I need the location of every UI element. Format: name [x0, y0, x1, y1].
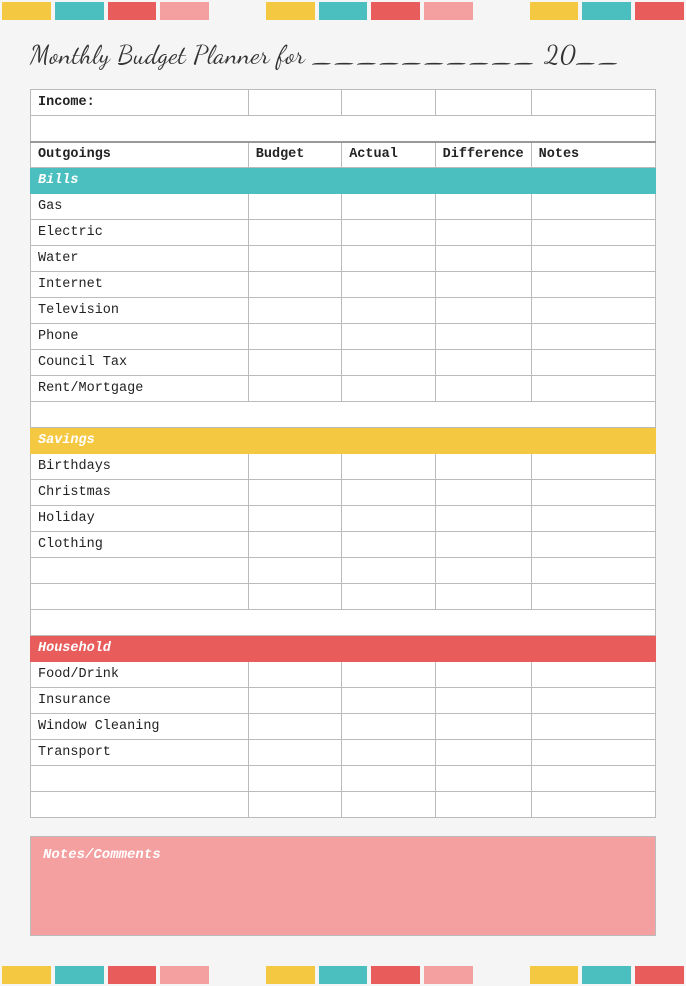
bills-television: Television [31, 298, 249, 324]
bottom-bar-seg-7 [319, 966, 368, 984]
bottom-bar [0, 964, 686, 986]
header-outgoings: Outgoings [31, 142, 249, 168]
top-bar-seg-13 [635, 2, 684, 20]
table-row: Electric [31, 220, 656, 246]
household-empty-2 [31, 792, 656, 818]
bills-gas: Gas [31, 194, 249, 220]
top-bar-seg-3 [108, 2, 157, 20]
top-bar [0, 0, 686, 22]
top-bar-seg-8 [371, 2, 420, 20]
top-bar-seg-11 [530, 2, 579, 20]
top-bar-seg-9 [424, 2, 473, 20]
header-notes: Notes [531, 142, 655, 168]
top-bar-seg-5 [213, 2, 262, 20]
table-row: Window Cleaning [31, 714, 656, 740]
savings-label: Savings [31, 428, 656, 454]
table-row: Food/Drink [31, 662, 656, 688]
income-label: Income: [31, 90, 249, 116]
savings-clothing: Clothing [31, 532, 249, 558]
table-row: Transport [31, 740, 656, 766]
bills-water: Water [31, 246, 249, 272]
table-row: Gas [31, 194, 656, 220]
bills-council-tax: Council Tax [31, 350, 249, 376]
bottom-bar-seg-2 [55, 966, 104, 984]
bills-phone: Phone [31, 324, 249, 350]
savings-empty-1 [31, 558, 656, 584]
header-diff: Difference [435, 142, 531, 168]
table-row: Christmas [31, 480, 656, 506]
table-row: Water [31, 246, 656, 272]
table-row: Insurance [31, 688, 656, 714]
spacer-row-1 [31, 116, 656, 142]
table-row: Clothing [31, 532, 656, 558]
bills-rent-mortgage: Rent/Mortgage [31, 376, 249, 402]
bottom-bar-seg-1 [2, 966, 51, 984]
page: Monthly Budget Planner for __________ 20… [0, 0, 686, 986]
page-title: Monthly Budget Planner for __________ 20… [30, 40, 656, 71]
table-row: Council Tax [31, 350, 656, 376]
notes-section: Notes/Comments [30, 836, 656, 936]
top-bar-seg-10 [477, 2, 526, 20]
income-diff [435, 90, 531, 116]
bottom-bar-seg-5 [213, 966, 262, 984]
top-bar-seg-1 [2, 2, 51, 20]
table-row: Internet [31, 272, 656, 298]
budget-table: Income: Outgoings Budget Actual Differen… [30, 89, 656, 818]
bills-internet: Internet [31, 272, 249, 298]
top-bar-seg-7 [319, 2, 368, 20]
header-budget: Budget [248, 142, 341, 168]
bottom-bar-seg-13 [635, 966, 684, 984]
household-window-cleaning: Window Cleaning [31, 714, 249, 740]
table-row: Phone [31, 324, 656, 350]
table-row: Rent/Mortgage [31, 376, 656, 402]
savings-holiday: Holiday [31, 506, 249, 532]
table-row: Holiday [31, 506, 656, 532]
section-household: Household [31, 636, 656, 662]
main-content: Monthly Budget Planner for __________ 20… [0, 22, 686, 986]
income-actual [342, 90, 435, 116]
household-insurance: Insurance [31, 688, 249, 714]
income-budget [248, 90, 341, 116]
top-bar-seg-4 [160, 2, 209, 20]
top-bar-seg-2 [55, 2, 104, 20]
income-notes [531, 90, 655, 116]
household-label: Household [31, 636, 656, 662]
bills-label: Bills [31, 168, 656, 194]
spacer-row-2 [31, 402, 656, 428]
bottom-bar-seg-12 [582, 966, 631, 984]
bottom-bar-seg-4 [160, 966, 209, 984]
section-bills: Bills [31, 168, 656, 194]
bottom-bar-seg-3 [108, 966, 157, 984]
section-savings: Savings [31, 428, 656, 454]
bottom-bar-seg-9 [424, 966, 473, 984]
savings-empty-2 [31, 584, 656, 610]
table-row: Birthdays [31, 454, 656, 480]
income-row: Income: [31, 90, 656, 116]
household-transport: Transport [31, 740, 249, 766]
bottom-bar-seg-8 [371, 966, 420, 984]
household-empty-1 [31, 766, 656, 792]
table-headers: Outgoings Budget Actual Difference Notes [31, 142, 656, 168]
household-food-drink: Food/Drink [31, 662, 249, 688]
notes-title: Notes/Comments [43, 847, 643, 863]
bottom-bar-seg-10 [477, 966, 526, 984]
bottom-bar-seg-11 [530, 966, 579, 984]
bottom-bar-seg-6 [266, 966, 315, 984]
savings-birthdays: Birthdays [31, 454, 249, 480]
top-bar-seg-12 [582, 2, 631, 20]
top-bar-seg-6 [266, 2, 315, 20]
savings-christmas: Christmas [31, 480, 249, 506]
bills-electric: Electric [31, 220, 249, 246]
table-row: Television [31, 298, 656, 324]
header-actual: Actual [342, 142, 435, 168]
spacer-row-3 [31, 610, 656, 636]
